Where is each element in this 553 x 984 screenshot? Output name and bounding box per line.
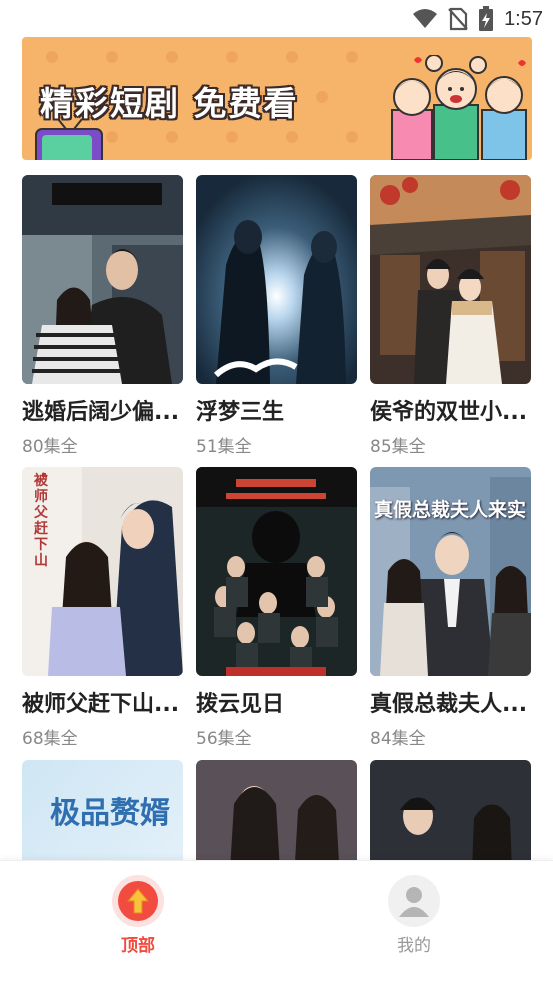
- drama-title[interactable]: 侯爷的双世小...: [370, 394, 533, 426]
- episode-count: 85集全: [370, 437, 426, 457]
- drama-poster[interactable]: [196, 467, 357, 676]
- poster-caption: 极品赘婿: [50, 796, 170, 831]
- drama-poster[interactable]: [370, 175, 531, 384]
- tv-illustration: [35, 118, 103, 160]
- nav-label-top: 顶部: [121, 936, 155, 956]
- drama-card[interactable]: 浮梦三生 51集全: [196, 175, 357, 457]
- wifi-icon: [413, 9, 438, 28]
- drama-title[interactable]: 被师父赶下山...: [22, 686, 185, 718]
- drama-poster[interactable]: [22, 175, 183, 384]
- episode-count: 56集全: [196, 729, 252, 749]
- nav-item-top[interactable]: 顶部: [98, 875, 178, 956]
- nav-top-circle[interactable]: [112, 875, 164, 927]
- drama-poster[interactable]: 被师父赶下山: [22, 467, 183, 676]
- drama-card[interactable]: 侯爷的双世小... 85集全: [370, 175, 531, 457]
- user-icon: [399, 887, 429, 917]
- episode-count: 51集全: [196, 437, 252, 457]
- episode-count: 68集全: [22, 729, 78, 749]
- nav-label-profile: 我的: [397, 936, 431, 956]
- episode-count: 84集全: [370, 729, 426, 749]
- clock: 1:57: [504, 7, 543, 30]
- nav-profile-circle[interactable]: [388, 875, 440, 927]
- drama-poster[interactable]: 真假总裁夫人来实: [370, 467, 531, 676]
- battery-charging-icon: [479, 6, 494, 31]
- drama-card[interactable]: 被师父赶下山 被师父赶下山... 68集全: [22, 467, 183, 749]
- arrow-up-icon: [126, 888, 150, 914]
- drama-card[interactable]: 真假总裁夫人来实 真假总裁夫人... 84集全: [370, 467, 531, 749]
- drama-title[interactable]: 逃婚后阔少偏...: [22, 394, 185, 426]
- cartoon-people-illustration: [391, 55, 527, 160]
- bottom-navigation: 顶部 我的: [0, 860, 553, 984]
- episode-count: 80集全: [22, 437, 78, 457]
- drama-title[interactable]: 真假总裁夫人...: [370, 686, 533, 718]
- drama-title[interactable]: 拨云见日: [196, 686, 359, 718]
- promo-banner[interactable]: 精彩短剧 免费看: [22, 37, 532, 160]
- no-sim-icon: [448, 7, 468, 31]
- nav-item-profile[interactable]: 我的: [374, 875, 454, 956]
- poster-caption: 被师父赶下山: [34, 473, 48, 569]
- poster-caption: 真假总裁夫人来实: [374, 499, 527, 521]
- drama-card[interactable]: 拨云见日 56集全: [196, 467, 357, 749]
- drama-card[interactable]: 逃婚后阔少偏... 80集全: [22, 175, 183, 457]
- status-bar: 1:57: [0, 0, 553, 36]
- drama-poster[interactable]: [196, 175, 357, 384]
- drama-title[interactable]: 浮梦三生: [196, 394, 359, 426]
